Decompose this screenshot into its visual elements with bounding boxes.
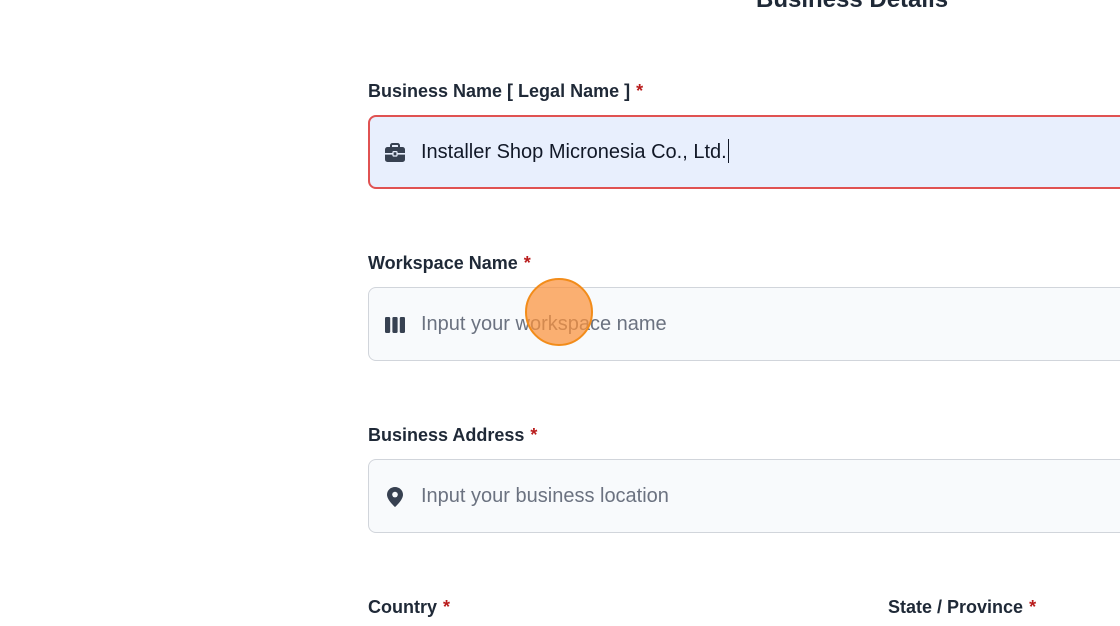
business-details-form: Business Details Business Name [ Legal N… [0, 0, 1120, 626]
workspace-name-field[interactable]: Input your workspace name [368, 287, 1120, 361]
state-province-label-text: State / Province [888, 597, 1024, 617]
business-address-field[interactable]: Input your business location [368, 459, 1120, 533]
section-title: Business Details [756, 0, 948, 14]
workspace-name-label: Workspace Name * [368, 252, 531, 274]
business-name-label: Business Name [ Legal Name ] * [368, 80, 643, 102]
required-asterisk: * [530, 425, 538, 445]
required-asterisk: * [636, 81, 644, 101]
columns-icon [384, 314, 406, 336]
location-pin-icon [384, 486, 406, 508]
required-asterisk: * [1029, 597, 1037, 617]
briefcase-icon [384, 142, 406, 164]
required-asterisk: * [443, 597, 451, 617]
business-address-label: Business Address * [368, 424, 537, 446]
business-name-field[interactable]: Installer Shop Micronesia Co., Ltd. [368, 115, 1120, 189]
click-indicator [525, 278, 593, 346]
business-name-label-text: Business Name [ Legal Name ] [368, 81, 631, 101]
country-label: Country * [368, 596, 450, 618]
business-name-input-value[interactable]: Installer Shop Micronesia Co., Ltd. [421, 117, 730, 187]
business-address-placeholder[interactable]: Input your business location [421, 460, 669, 532]
business-name-value: Installer Shop Micronesia Co., Ltd. [421, 141, 727, 163]
state-province-label: State / Province * [888, 596, 1036, 618]
text-caret [727, 139, 730, 164]
workspace-name-label-text: Workspace Name [368, 253, 518, 273]
business-address-label-text: Business Address [368, 425, 525, 445]
country-label-text: Country [368, 597, 437, 617]
required-asterisk: * [523, 253, 531, 273]
